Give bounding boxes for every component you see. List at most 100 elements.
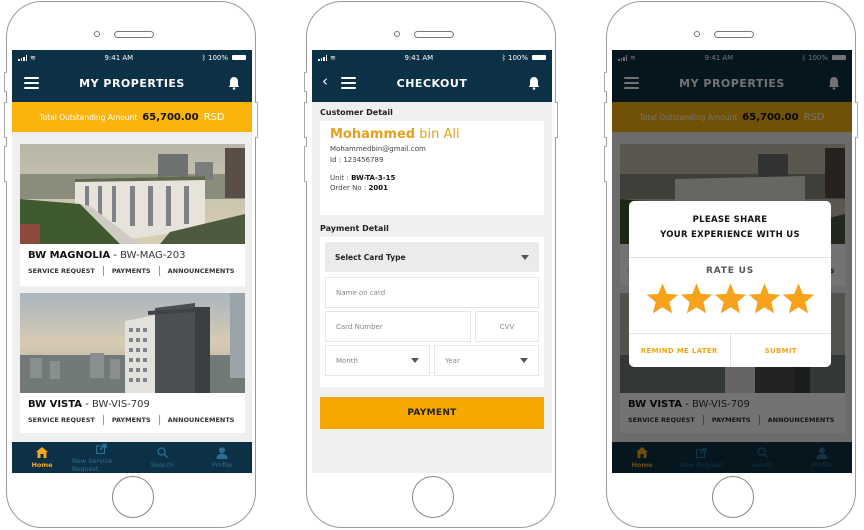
property-links: SERVICE REQUEST PAYMENTS ANNOUNCEMENTS bbox=[20, 261, 245, 276]
home-button[interactable] bbox=[412, 476, 454, 518]
phone-my-properties: ≋ 9:41 AM ᛒ 100% MY PROPERTIES Total Out… bbox=[4, 0, 258, 530]
service-request-link[interactable]: SERVICE REQUEST bbox=[28, 416, 95, 424]
phone-rate-us: ≋ 9:41 AM ᛒ 100% MY PROPERTIES Total Out… bbox=[604, 0, 858, 530]
power-button bbox=[255, 102, 258, 138]
customer-name: Mohammed bin Ali bbox=[330, 127, 460, 142]
star-icon[interactable] bbox=[714, 282, 747, 315]
bluetooth-icon: ᛒ bbox=[201, 53, 206, 62]
property-name: BW MAGNOLIA - BW-MAG-203 bbox=[28, 250, 186, 261]
cvv-input[interactable]: CVV bbox=[475, 311, 539, 342]
card-number-input[interactable]: Card Number bbox=[325, 311, 471, 342]
chevron-down-icon bbox=[411, 358, 419, 363]
screen: ≋ 9:41 AM ᛒ 100% MY PROPERTIES Total Out… bbox=[12, 50, 252, 473]
battery-percent: 100% bbox=[507, 53, 528, 62]
screen: ≋ 9:41 AM ᛒ 100% ‹ CHECKOUT Customer Det… bbox=[312, 50, 552, 473]
status-bar: ≋ 9:41 AM ᛒ 100% bbox=[312, 50, 552, 65]
battery-icon bbox=[532, 55, 546, 60]
property-photo bbox=[20, 293, 245, 393]
speaker bbox=[114, 31, 154, 38]
customer-card: Mohammed bin Ali Mohammedbin@gmail.com I… bbox=[320, 121, 544, 215]
tab-search[interactable]: Search bbox=[132, 442, 192, 473]
home-icon bbox=[36, 446, 48, 459]
announcements-link[interactable]: ANNOUNCEMENTS bbox=[168, 416, 235, 424]
outstanding-currency: RSD bbox=[203, 111, 225, 123]
camera bbox=[694, 31, 700, 37]
battery-icon bbox=[232, 55, 246, 60]
home-button[interactable] bbox=[112, 476, 154, 518]
power-button bbox=[855, 102, 858, 138]
tab-home[interactable]: Home bbox=[12, 442, 72, 473]
star-rating[interactable] bbox=[629, 282, 831, 315]
status-time: 9:41 AM bbox=[404, 53, 434, 62]
card-type-select[interactable]: Select Card Type bbox=[325, 242, 539, 272]
battery-percent: 100% bbox=[207, 53, 228, 62]
status-time: 9:41 AM bbox=[104, 53, 134, 62]
property-links: SERVICE REQUEST PAYMENTS ANNOUNCEMENTS bbox=[20, 410, 245, 425]
side-button bbox=[4, 72, 7, 92]
wifi-icon: ≋ bbox=[330, 53, 336, 62]
property-photo bbox=[20, 144, 245, 244]
side-button bbox=[604, 72, 607, 92]
customer-unit: Unit : BW-TA-3-15 bbox=[330, 174, 396, 182]
name-on-card-input[interactable]: Name on card bbox=[325, 277, 539, 308]
tab-bar: Home New Service Request Search Profile bbox=[12, 442, 252, 473]
year-select[interactable]: Year bbox=[434, 345, 539, 376]
nav-bar: ‹ CHECKOUT bbox=[312, 65, 552, 102]
payment-card: Select Card Type Name on card Card Numbe… bbox=[320, 237, 544, 387]
payments-link[interactable]: PAYMENTS bbox=[112, 267, 151, 275]
rate-us-modal: PLEASE SHARE YOUR EXPERIENCE WITH US RAT… bbox=[629, 201, 831, 367]
remind-me-later-button[interactable]: REMIND ME LATER bbox=[629, 334, 730, 367]
outstanding-amount: 65,700.00 bbox=[142, 111, 199, 123]
payment-button[interactable]: PAYMENT bbox=[320, 397, 544, 429]
nav-bar: MY PROPERTIES bbox=[12, 65, 252, 102]
customer-id: Id : 123456789 bbox=[330, 156, 384, 164]
payments-link[interactable]: PAYMENTS bbox=[112, 416, 151, 424]
rate-us-label: RATE US bbox=[705, 266, 754, 276]
chevron-down-icon bbox=[521, 254, 529, 260]
side-button bbox=[304, 146, 307, 182]
property-card[interactable]: BW VISTA - BW-VIS-709 SERVICE REQUEST PA… bbox=[20, 293, 245, 433]
property-card[interactable]: BW MAGNOLIA - BW-MAG-203 SERVICE REQUEST… bbox=[20, 144, 245, 286]
star-icon[interactable] bbox=[680, 282, 713, 315]
camera bbox=[94, 31, 100, 37]
star-icon[interactable] bbox=[782, 282, 815, 315]
customer-order: Order No : 2001 bbox=[330, 184, 388, 192]
page-title: MY PROPERTIES bbox=[79, 77, 185, 90]
tab-new-service-request[interactable]: New Service Request bbox=[72, 442, 132, 473]
camera bbox=[394, 31, 400, 37]
menu-icon[interactable] bbox=[24, 77, 39, 89]
phone-checkout: ≋ 9:41 AM ᛒ 100% ‹ CHECKOUT Customer Det… bbox=[304, 0, 558, 530]
star-icon[interactable] bbox=[646, 282, 679, 315]
wifi-icon: ≋ bbox=[30, 53, 36, 62]
outstanding-label: Total Outstanding Amount bbox=[39, 112, 138, 122]
share-edit-icon bbox=[96, 442, 108, 455]
side-button bbox=[304, 72, 307, 92]
month-select[interactable]: Month bbox=[325, 345, 430, 376]
submit-button[interactable]: SUBMIT bbox=[729, 334, 832, 367]
screen: ≋ 9:41 AM ᛒ 100% MY PROPERTIES Total Out… bbox=[612, 50, 852, 473]
side-button bbox=[604, 146, 607, 182]
outstanding-banner: Total Outstanding Amount 65,700.00 RSD bbox=[12, 102, 252, 132]
service-request-link[interactable]: SERVICE REQUEST bbox=[28, 267, 95, 275]
side-button bbox=[304, 102, 307, 138]
side-button bbox=[4, 146, 7, 182]
side-button bbox=[4, 102, 7, 138]
bell-icon[interactable] bbox=[228, 76, 240, 90]
speaker bbox=[414, 31, 454, 38]
star-icon[interactable] bbox=[748, 282, 781, 315]
bluetooth-icon: ᛒ bbox=[501, 53, 506, 62]
property-name: BW VISTA - BW-VIS-709 bbox=[28, 399, 150, 410]
signal-icon bbox=[18, 54, 27, 61]
page-title: CHECKOUT bbox=[396, 77, 468, 90]
power-button bbox=[555, 102, 558, 138]
modal-actions: REMIND ME LATER SUBMIT bbox=[629, 333, 831, 367]
home-button[interactable] bbox=[712, 476, 754, 518]
menu-icon[interactable] bbox=[341, 77, 356, 89]
status-bar: ≋ 9:41 AM ᛒ 100% bbox=[12, 50, 252, 65]
bell-icon[interactable] bbox=[528, 76, 540, 90]
chevron-down-icon bbox=[520, 358, 528, 363]
announcements-link[interactable]: ANNOUNCEMENTS bbox=[168, 267, 235, 275]
user-icon bbox=[216, 446, 228, 459]
back-icon[interactable]: ‹ bbox=[322, 74, 328, 89]
tab-profile[interactable]: Profile bbox=[192, 442, 252, 473]
